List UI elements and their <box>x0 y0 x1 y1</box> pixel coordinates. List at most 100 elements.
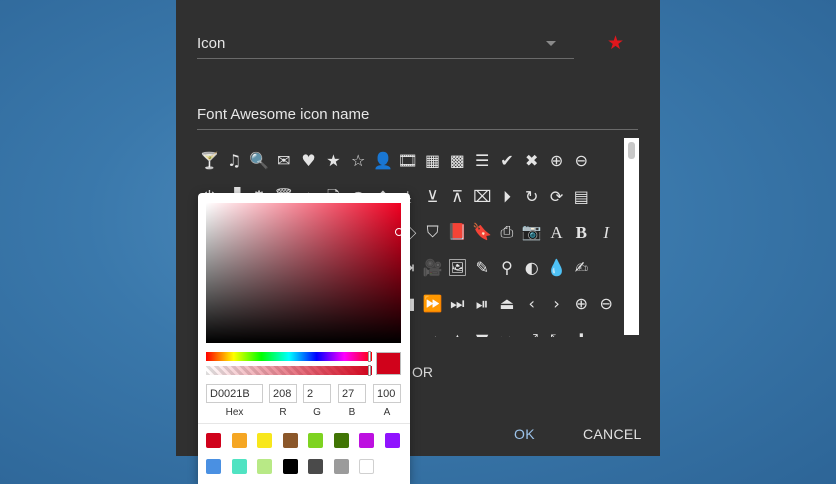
chevron-down-icon[interactable] <box>546 41 556 46</box>
arrow-down-icon[interactable]: ▼ <box>470 322 495 337</box>
italic-icon[interactable]: I <box>594 215 619 251</box>
eject-icon[interactable]: ⏏ <box>495 286 520 322</box>
minus-circle-icon[interactable]: ⊖ <box>594 286 619 322</box>
adjust-icon[interactable]: ◐ <box>519 250 544 286</box>
preset-swatch-green[interactable] <box>333 433 349 448</box>
redo-icon[interactable]: ↻ <box>519 179 544 215</box>
scrollbar-thumb[interactable] <box>628 142 635 159</box>
minus-icon[interactable]: ━ <box>594 322 619 337</box>
color-preview-swatch <box>376 352 401 375</box>
preset-swatch-gray[interactable] <box>333 459 349 474</box>
saturation-value-area[interactable] <box>206 203 403 343</box>
preset-swatch-brown[interactable] <box>282 433 298 448</box>
edit-icon[interactable]: ✍ <box>569 250 594 286</box>
hue-slider-handle[interactable] <box>368 351 371 362</box>
star-outline-icon[interactable]: ☆ <box>346 143 371 179</box>
icon-dropdown-label[interactable]: Icon <box>197 35 225 52</box>
preset-swatch-white[interactable] <box>359 459 374 474</box>
chevron-left-icon[interactable]: ‹ <box>519 286 544 322</box>
empty-icon-slot <box>594 250 619 286</box>
preset-swatch-violet[interactable] <box>384 433 400 448</box>
a-input[interactable] <box>373 384 401 403</box>
saturation-handle[interactable] <box>395 228 403 236</box>
plus-icon[interactable]: ✚ <box>569 322 594 337</box>
alpha-slider[interactable] <box>206 365 372 376</box>
user-icon[interactable]: 👤 <box>371 143 396 179</box>
pencil-icon[interactable]: ✎ <box>470 250 495 286</box>
font-icon[interactable]: A <box>544 215 569 251</box>
video-camera-icon[interactable]: 🎥 <box>420 250 445 286</box>
preset-swatch-orange[interactable] <box>231 433 247 448</box>
tint-icon[interactable]: 💧 <box>544 250 569 286</box>
fast-forward-icon[interactable]: ⏭ <box>445 286 470 322</box>
arrow-up-icon[interactable]: ▲ <box>445 322 470 337</box>
preset-divider <box>198 423 410 424</box>
compress-icon[interactable]: ⤡ <box>544 322 569 337</box>
star-icon[interactable]: ★ <box>321 143 346 179</box>
bookmark-icon[interactable]: 🔖 <box>470 215 495 251</box>
preset-swatch-lime[interactable] <box>308 433 323 448</box>
hex-input[interactable] <box>206 384 263 403</box>
envelope-icon[interactable]: ✉ <box>271 143 296 179</box>
required-star-icon: ★ <box>607 33 625 54</box>
download-circle-icon[interactable]: ⊻ <box>420 179 445 215</box>
empty-icon-slot <box>594 143 619 179</box>
bold-icon[interactable]: B <box>569 215 594 251</box>
film-icon[interactable]: 🎞 <box>395 143 420 179</box>
icon-name-input-label[interactable]: Font Awesome icon name <box>197 106 369 123</box>
color-picker-popover: Hex R G B A <box>198 193 410 484</box>
preset-swatch-light-green[interactable] <box>257 459 272 474</box>
chevron-right-icon[interactable]: › <box>544 286 569 322</box>
th-list-icon[interactable]: ☰ <box>470 143 495 179</box>
preset-swatch-yellow[interactable] <box>257 433 272 448</box>
map-marker-icon[interactable]: ⚲ <box>495 250 520 286</box>
upload-circle-icon[interactable]: ⊼ <box>445 179 470 215</box>
alpha-slider-handle[interactable] <box>368 365 371 376</box>
zoom-in-icon[interactable]: ⊕ <box>544 143 569 179</box>
preset-swatch-dark-gray[interactable] <box>308 459 323 474</box>
music-icon[interactable]: ♫ <box>222 143 247 179</box>
g-input[interactable] <box>303 384 331 403</box>
expand-icon[interactable]: ⤢ <box>519 322 544 337</box>
arrow-right-icon[interactable]: → <box>420 322 445 337</box>
th-icon[interactable]: ▩ <box>445 143 470 179</box>
forward-icon[interactable]: ⏩ <box>420 286 445 322</box>
icon-grid-scrollbar[interactable] <box>624 138 639 335</box>
plus-circle-icon[interactable]: ⊕ <box>569 286 594 322</box>
book-icon[interactable]: 📕 <box>445 215 470 251</box>
hex-label: Hex <box>225 407 244 418</box>
play-circle-icon[interactable]: ⏵ <box>495 179 520 215</box>
icon-name-input-underline <box>197 129 638 130</box>
hue-slider[interactable] <box>206 351 372 362</box>
preset-swatch-purple[interactable] <box>359 433 374 448</box>
r-input[interactable] <box>269 384 297 403</box>
search-icon[interactable]: 🔍 <box>247 143 272 179</box>
image-icon[interactable]: 🖼 <box>445 250 470 286</box>
check-icon[interactable]: ✔ <box>495 143 520 179</box>
camera-icon[interactable]: 📷 <box>519 215 544 251</box>
step-forward-icon[interactable]: ⏯ <box>470 286 495 322</box>
g-label: G <box>313 407 321 418</box>
preset-swatch-turquoise[interactable] <box>231 459 247 474</box>
cancel-button[interactable]: CANCEL <box>583 426 642 442</box>
print-icon[interactable]: ⎙ <box>495 215 520 251</box>
zoom-out-icon[interactable]: ⊖ <box>569 143 594 179</box>
glass-icon[interactable]: 🍸 <box>197 143 222 179</box>
mail-forward-icon[interactable]: ➥ <box>495 322 520 337</box>
preset-swatch-red[interactable] <box>206 433 221 448</box>
times-icon[interactable]: ✖ <box>519 143 544 179</box>
ok-button[interactable]: OK <box>514 426 535 442</box>
empty-icon-slot <box>594 179 619 215</box>
partially-hidden-label: OR <box>412 364 433 380</box>
refresh-icon[interactable]: ⟳ <box>544 179 569 215</box>
b-label: B <box>348 407 356 418</box>
heart-icon[interactable]: ♥ <box>296 143 321 179</box>
b-input[interactable] <box>338 384 366 403</box>
a-label: A <box>383 407 391 418</box>
inbox-icon[interactable]: ⌧ <box>470 179 495 215</box>
tags-icon[interactable]: ⛉ <box>420 215 445 251</box>
th-large-icon[interactable]: ▦ <box>420 143 445 179</box>
list-alt-icon[interactable]: ▤ <box>569 179 594 215</box>
preset-swatch-blue[interactable] <box>206 459 221 474</box>
preset-swatch-black[interactable] <box>282 459 298 474</box>
